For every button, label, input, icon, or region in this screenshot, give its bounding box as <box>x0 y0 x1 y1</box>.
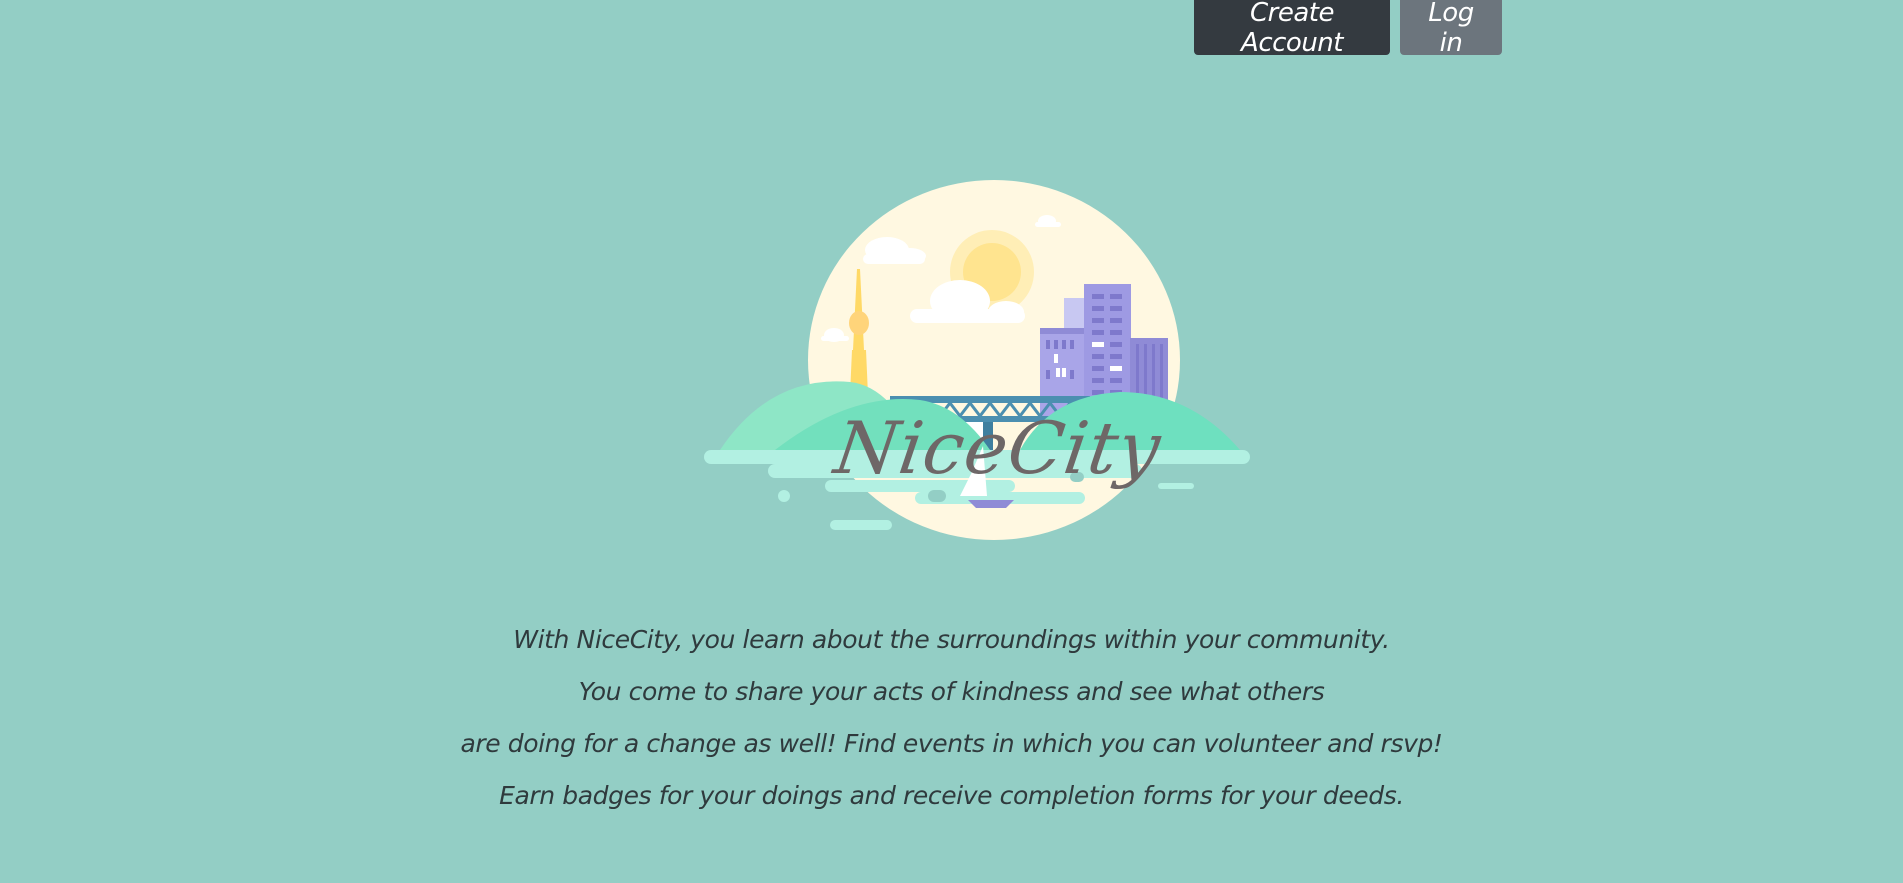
city-illustration <box>704 180 1250 540</box>
description-line: Earn badges for your doings and receive … <box>499 781 1404 810</box>
hero-illustration: NiceCity <box>690 160 1270 550</box>
create-account-button[interactable]: Create Account <box>1194 0 1390 58</box>
logo-text: NiceCity <box>829 406 1167 490</box>
description: With NiceCity, you learn about the surro… <box>0 614 1903 822</box>
description-line: With NiceCity, you learn about the surro… <box>513 625 1390 654</box>
description-line: You come to share your acts of kindness … <box>578 677 1325 706</box>
auth-bar: Create Account Log in <box>1194 0 1502 58</box>
description-line: are doing for a change as well! Find eve… <box>460 729 1443 758</box>
login-button[interactable]: Log in <box>1400 0 1502 58</box>
